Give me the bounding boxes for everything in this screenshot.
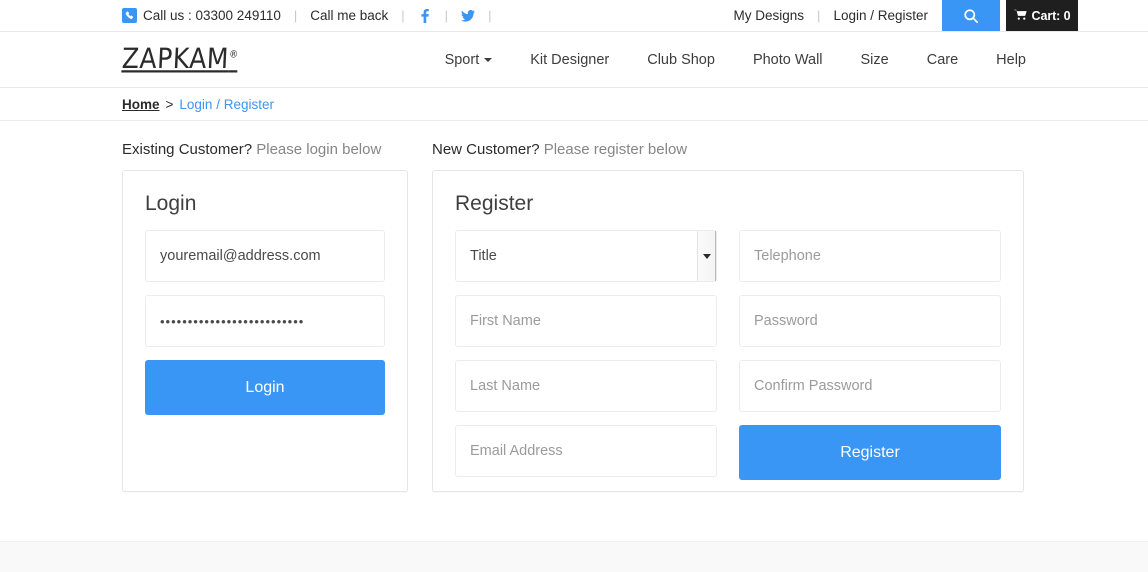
- login-card-title: Login: [145, 192, 197, 215]
- title-select-wrapper: Title Mr Mrs Miss Ms Dr: [455, 230, 717, 283]
- login-column: Existing Customer? Please login below Lo…: [122, 141, 408, 492]
- login-submit-button[interactable]: Login: [145, 360, 385, 416]
- topbar-separator-3: |: [444, 8, 449, 23]
- register-left-fields: Title Mr Mrs Miss Ms Dr: [455, 230, 717, 490]
- call-us-label: Call us : 03300 249110: [143, 8, 281, 23]
- nav-item-care[interactable]: Care: [927, 52, 958, 68]
- nav-links: Sport Kit Designer Club Shop Photo Wall …: [445, 52, 1026, 68]
- cart-icon: [1013, 9, 1027, 23]
- telephone-input[interactable]: [739, 230, 1001, 283]
- page-root: Call us : 03300 249110 | Call me back | …: [0, 0, 1148, 572]
- nav-item-club-shop[interactable]: Club Shop: [647, 52, 715, 68]
- search-icon: [964, 8, 978, 23]
- register-card-title: Register: [455, 192, 534, 215]
- footer-band: [0, 541, 1148, 572]
- register-password-input[interactable]: [739, 295, 1001, 348]
- register-heading-strong: New Customer?: [432, 141, 540, 158]
- topbar-left-group: Call us : 03300 249110 | Call me back | …: [0, 0, 504, 31]
- breadcrumb-separator: >: [165, 96, 174, 112]
- login-heading-light: Please login below: [252, 141, 382, 158]
- register-right-fields: Register: [739, 230, 1001, 490]
- nav-label-sport: Sport: [444, 51, 480, 68]
- first-name-input[interactable]: [455, 295, 717, 348]
- login-register-link[interactable]: Login / Register: [833, 0, 928, 31]
- nav-item-kit-designer[interactable]: Kit Designer: [530, 52, 609, 68]
- topbar-separator-5: |: [817, 8, 821, 23]
- logo-text: ZAPKAM: [121, 42, 230, 75]
- register-submit-button[interactable]: Register: [739, 425, 1001, 481]
- twitter-icon[interactable]: [461, 9, 476, 22]
- title-select[interactable]: Title Mr Mrs Miss Ms Dr: [455, 230, 717, 283]
- call-us-link[interactable]: Call us : 03300 249110: [122, 8, 281, 23]
- nav-item-help[interactable]: Help: [996, 52, 1026, 68]
- register-section-heading: New Customer? Please register below: [432, 141, 1024, 158]
- cart-label: Cart: 0: [1031, 8, 1071, 23]
- login-section-heading: Existing Customer? Please login below: [122, 141, 408, 158]
- site-logo[interactable]: ZAPKAM®: [121, 42, 238, 74]
- topbar-separator-4: |: [488, 8, 492, 23]
- login-card: Login Login: [122, 170, 408, 492]
- top-utility-bar: Call us : 03300 249110 | Call me back | …: [0, 0, 1148, 32]
- last-name-input[interactable]: [455, 360, 717, 413]
- call-me-back-link[interactable]: Call me back: [310, 8, 388, 23]
- nav-item-photo-wall[interactable]: Photo Wall: [753, 52, 823, 68]
- login-password-input[interactable]: [145, 295, 385, 348]
- register-form-grid: Title Mr Mrs Miss Ms Dr: [455, 230, 1001, 490]
- main-navigation-bar: ZAPKAM® Sport Kit Designer Club Shop Pho…: [0, 32, 1148, 88]
- register-column: New Customer? Please register below Regi…: [432, 141, 1024, 492]
- breadcrumb-home[interactable]: Home: [122, 97, 160, 112]
- nav-item-sport[interactable]: Sport: [445, 52, 493, 68]
- register-heading-light: Please register below: [539, 141, 688, 158]
- topbar-right-group: My Designs | Login / Register Cart: 0: [734, 0, 1148, 31]
- search-button[interactable]: [942, 0, 1000, 31]
- topbar-separator-1: |: [293, 8, 298, 23]
- breadcrumb: Home > Login / Register: [0, 88, 1148, 121]
- register-email-input[interactable]: [455, 425, 717, 478]
- topbar-separator-2: |: [401, 8, 405, 23]
- nav-item-size[interactable]: Size: [861, 52, 889, 68]
- facebook-icon[interactable]: [418, 8, 432, 23]
- cart-button[interactable]: Cart: 0: [1006, 0, 1078, 31]
- login-email-input[interactable]: [145, 230, 385, 283]
- phone-icon: [122, 8, 137, 23]
- my-designs-link[interactable]: My Designs: [734, 0, 805, 31]
- register-card: Register Title Mr Mrs Miss Ms Dr: [432, 170, 1024, 492]
- logo-registered-mark: ®: [228, 49, 239, 61]
- breadcrumb-current[interactable]: Login / Register: [179, 97, 274, 112]
- main-content: Existing Customer? Please login below Lo…: [0, 121, 1148, 492]
- chevron-down-icon: [484, 57, 493, 62]
- confirm-password-input[interactable]: [739, 360, 1001, 413]
- login-heading-strong: Existing Customer?: [122, 141, 253, 158]
